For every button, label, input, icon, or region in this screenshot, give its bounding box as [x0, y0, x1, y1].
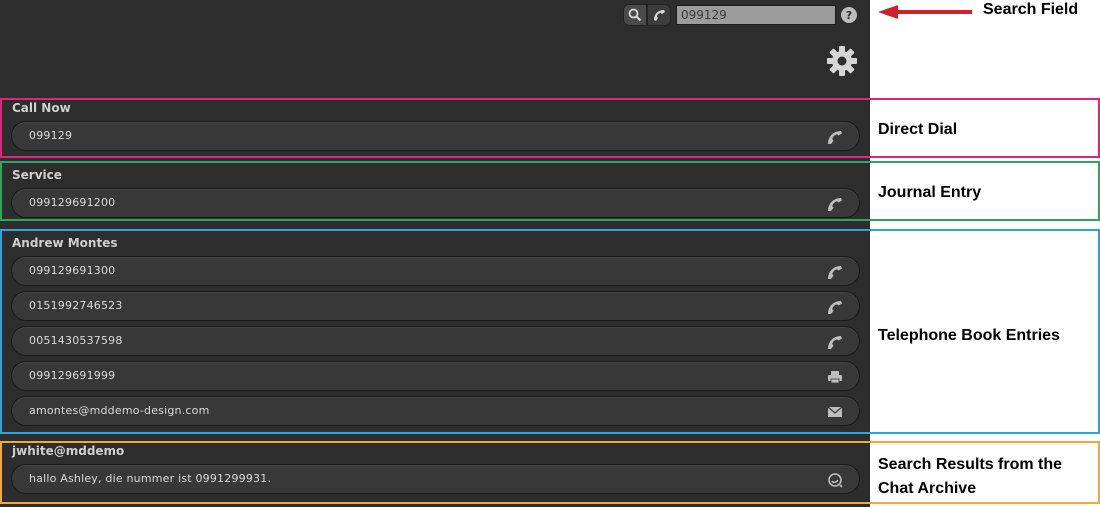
phone-icon[interactable]: [826, 129, 844, 145]
group-title-contact: Andrew Montes: [12, 236, 118, 250]
contact-panel: ? Call Now 099129 Service 099129691: [0, 0, 870, 507]
search-icon: [628, 8, 642, 22]
chat-archive-label-line1: Search Results from the: [878, 456, 1063, 473]
phone-icon[interactable]: [826, 264, 844, 280]
phonebook-number: 0051430537598: [29, 334, 123, 347]
phonebook-number: 099129691999: [29, 369, 116, 382]
phonebook-number: 099129691300: [29, 264, 116, 277]
phone-icon[interactable]: [826, 196, 844, 212]
chat-archive-label-line2: Chat Archive: [878, 480, 977, 497]
group-title-chat: jwhite@mddemo: [12, 444, 125, 458]
group-title-call-now: Call Now: [12, 101, 71, 115]
phone-icon[interactable]: [826, 334, 844, 350]
search-field-label: Search Field: [983, 1, 1079, 18]
chat-message: hallo Ashley, die nummer ist 0991299931.: [29, 472, 272, 485]
phonebook-row[interactable]: 099129691999: [11, 361, 860, 391]
phonebook-row[interactable]: 0051430537598: [11, 326, 860, 356]
journal-entry-label: Journal Entry: [878, 184, 982, 201]
mail-icon[interactable]: [826, 404, 844, 420]
phonebook-row[interactable]: 0151992746523: [11, 291, 860, 321]
chat-archive-row[interactable]: hallo Ashley, die nummer ist 0991299931.: [11, 464, 860, 494]
search-mode-button[interactable]: [623, 4, 647, 26]
phonebook-email: amontes@mddemo-design.com: [29, 404, 210, 417]
search-input[interactable]: [676, 5, 836, 25]
direct-dial-row[interactable]: 099129: [11, 121, 860, 151]
phone-icon: [654, 10, 665, 21]
phonebook-row[interactable]: 099129691300: [11, 256, 860, 286]
search-field-arrow-icon: [878, 5, 972, 19]
phonebook-number: 0151992746523: [29, 299, 123, 312]
phone-icon[interactable]: [826, 299, 844, 315]
journal-entry-row[interactable]: 099129691200: [11, 188, 860, 218]
group-title-service: Service: [12, 168, 62, 182]
chat-icon[interactable]: [826, 472, 844, 488]
direct-dial-number: 099129: [29, 129, 73, 142]
fax-icon[interactable]: [826, 369, 844, 385]
dial-mode-button[interactable]: [647, 4, 671, 26]
phonebook-row[interactable]: amontes@mddemo-design.com: [11, 396, 860, 426]
settings-gear-icon[interactable]: [826, 45, 858, 77]
help-icon[interactable]: ?: [841, 7, 857, 23]
journal-entry-number: 099129691200: [29, 196, 116, 209]
direct-dial-label: Direct Dial: [878, 121, 958, 138]
phonebook-label: Telephone Book Entries: [878, 327, 1060, 344]
